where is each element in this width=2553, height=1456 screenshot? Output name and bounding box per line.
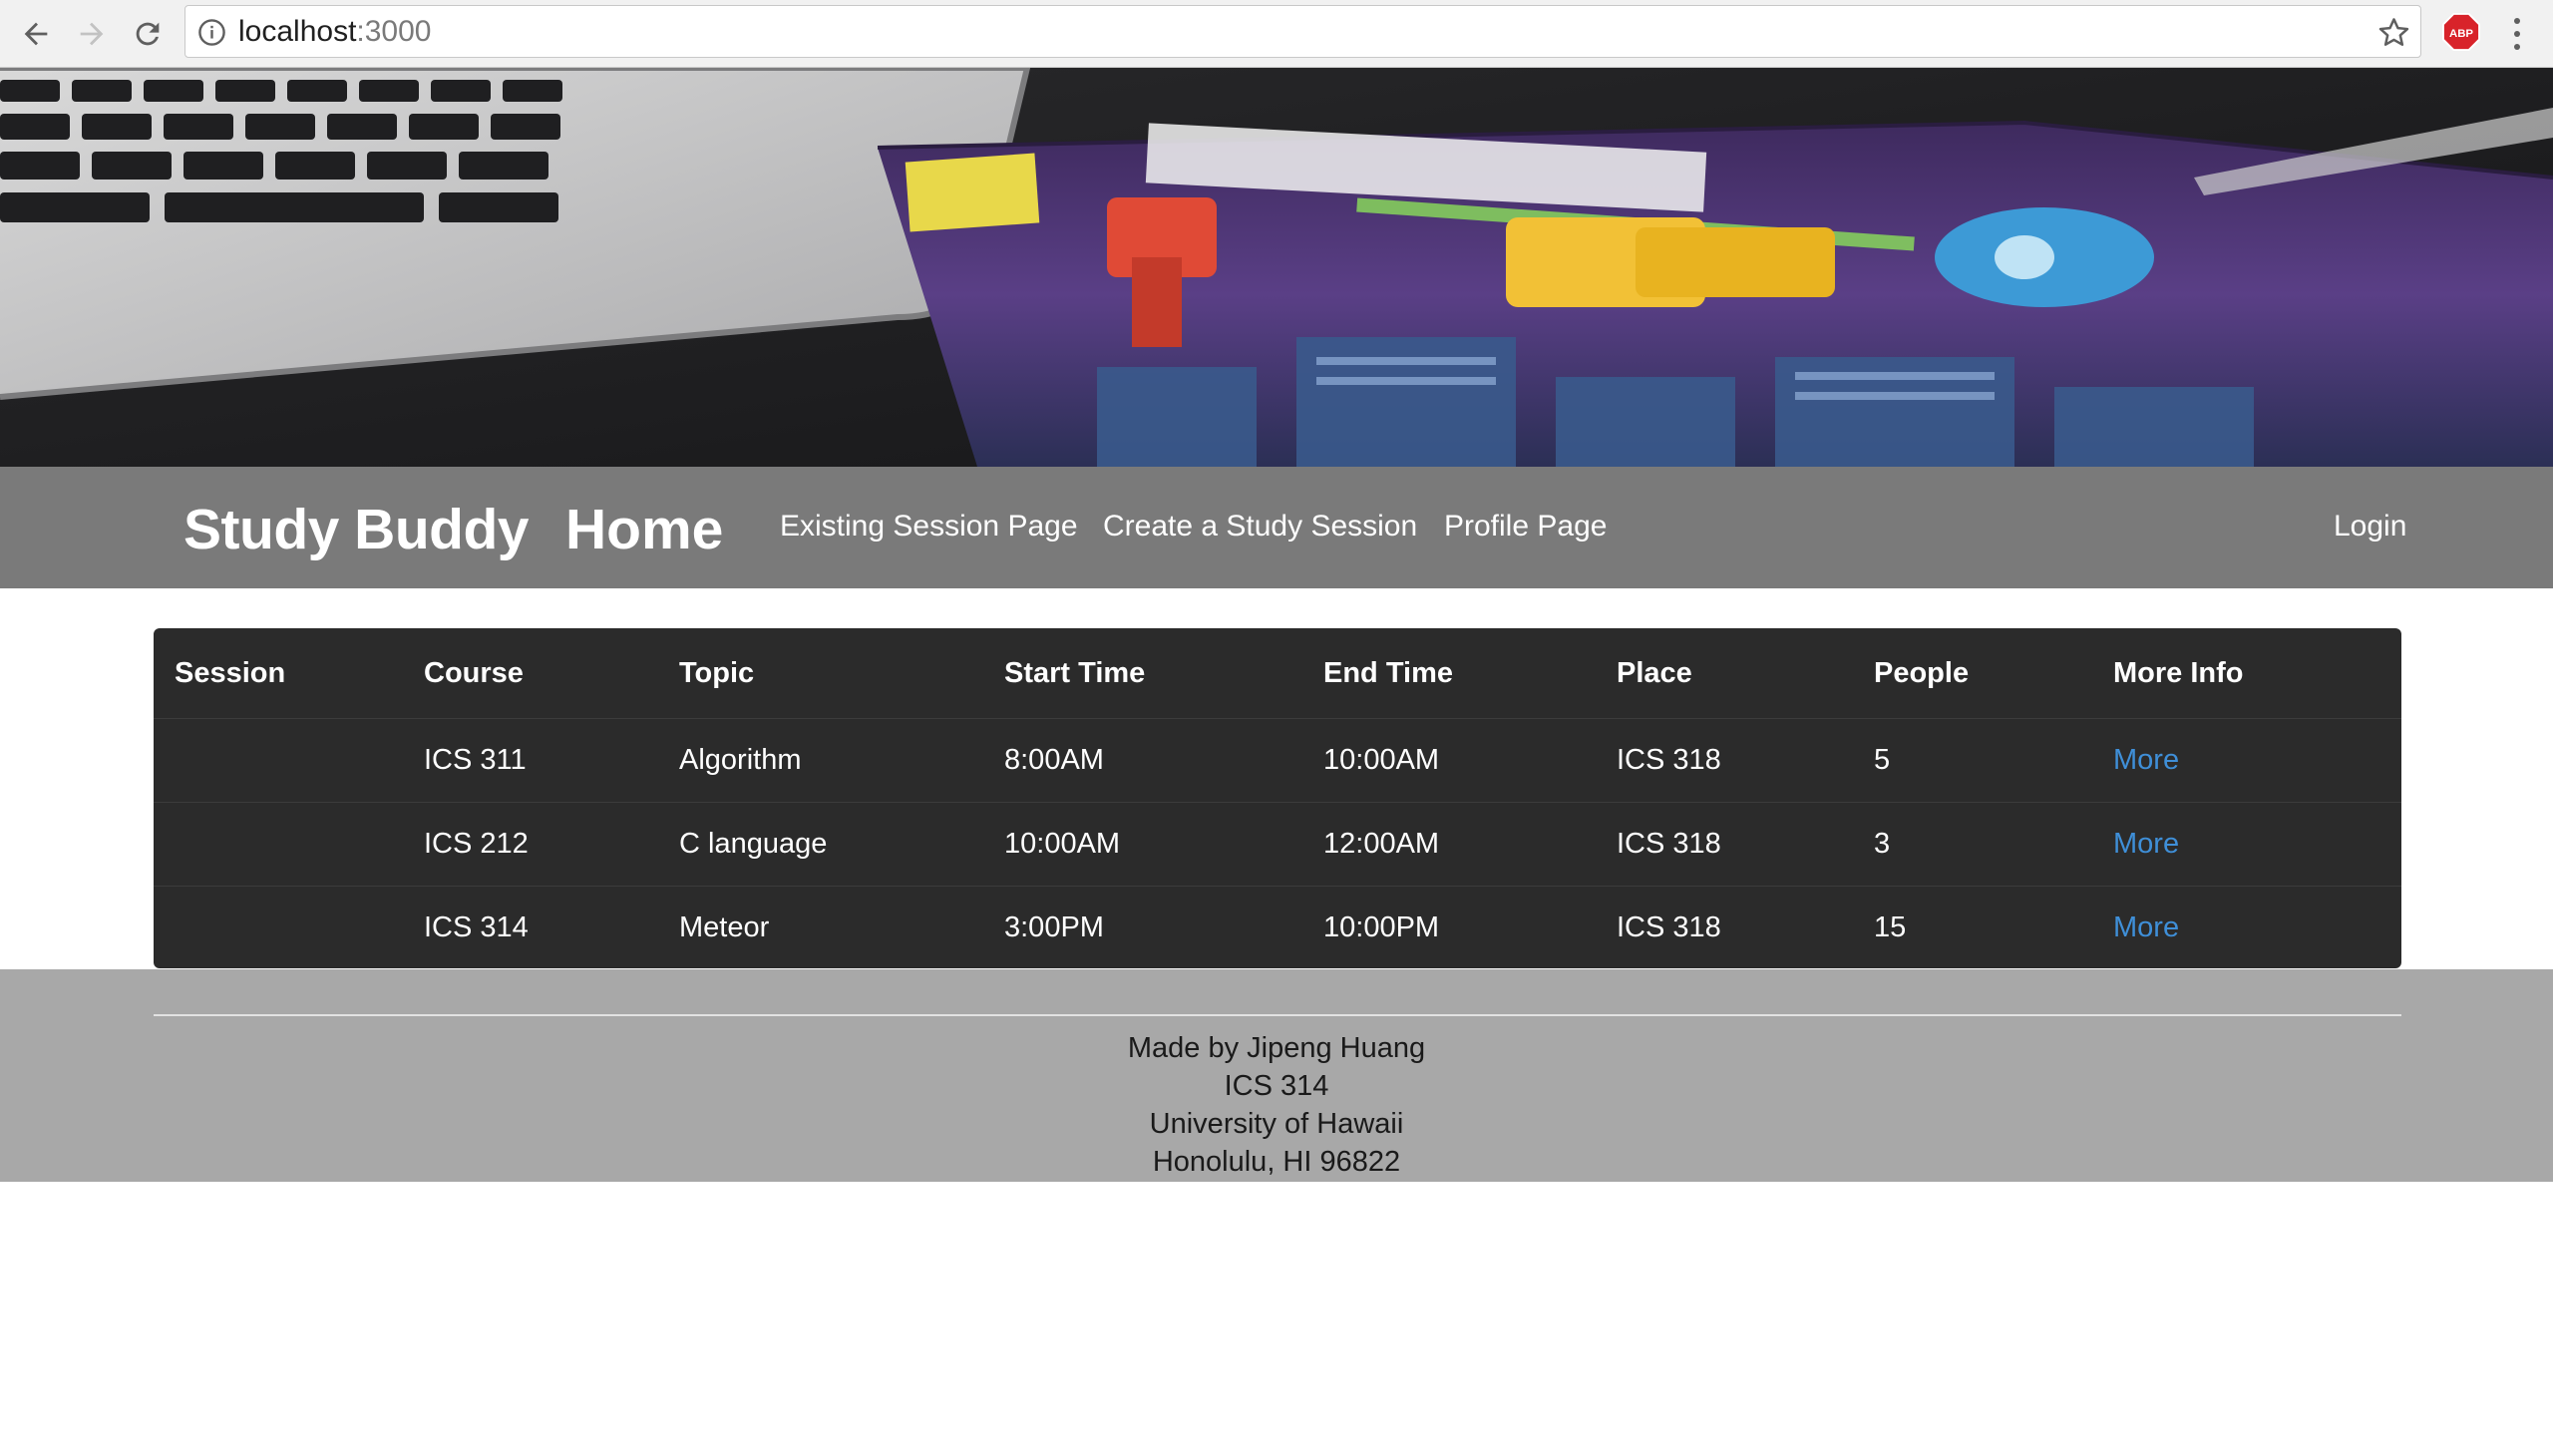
cell-topic: C language [679,828,828,860]
cell-start-time: 8:00AM [1004,744,1104,776]
brand-link[interactable]: Study Buddy [183,497,530,562]
nav-create-session[interactable]: Create a Study Session [1103,510,1417,544]
reload-button[interactable] [124,10,172,58]
header-people: People [1874,656,1970,689]
header-more-info: More Info [2113,656,2244,689]
cell-people: 5 [1874,744,1891,776]
footer-address: Honolulu, HI 96822 [1152,1146,1401,1178]
cell-topic: Meteor [679,911,770,943]
cell-people: 15 [1874,911,1907,943]
table-row: ICS 311 Algorithm 8:00AM 10:00AM ICS 318… [154,718,2401,802]
footer-course: ICS 314 [1224,1070,1329,1102]
page-footer: Made by Jipeng Huang ICS 314 University … [0,969,2553,1182]
cell-start-time: 3:00PM [1004,911,1104,943]
table-header-row: Session Course Topic Start Time End Time… [154,628,2401,718]
reload-icon [136,22,160,46]
footer-text: Made by Jipeng Huang ICS 314 University … [0,1029,2553,1181]
back-button[interactable] [12,10,60,58]
cell-place: ICS 318 [1617,911,1721,943]
footer-divider [154,1014,2401,1016]
url-port: :3000 [356,15,432,48]
cell-end-time: 10:00PM [1323,911,1440,943]
cell-place: ICS 318 [1617,828,1721,860]
header-topic: Topic [679,656,755,689]
table-row: ICS 314 Meteor 3:00PM 10:00PM ICS 318 15… [154,886,2401,968]
cell-course: ICS 311 [424,744,527,776]
header-end-time: End Time [1323,656,1453,689]
nav-existing-session[interactable]: Existing Session Page [780,510,1078,544]
cell-place: ICS 318 [1617,744,1721,776]
url-text: localhost:3000 [238,15,431,49]
header-course: Course [424,656,524,689]
url-host: localhost [238,15,357,48]
more-link[interactable]: More [2113,803,2179,886]
sessions-table: Session Course Topic Start Time End Time… [154,628,2401,968]
adblock-label: ABP [2449,28,2473,40]
browser-toolbar: localhost:3000 ABP [0,0,2553,68]
cell-end-time: 12:00AM [1323,828,1440,860]
adblock-icon[interactable]: ABP [2442,13,2480,51]
table-row: ICS 212 C language 10:00AM 12:00AM ICS 3… [154,802,2401,886]
forward-icon [80,22,104,46]
cell-course: ICS 314 [424,911,529,943]
header-start-time: Start Time [1004,656,1146,689]
forward-button[interactable] [68,10,116,58]
nav-home[interactable]: Home [565,497,723,562]
footer-author: Made by Jipeng Huang [1127,1032,1426,1064]
back-icon [24,22,48,46]
info-icon[interactable] [197,18,226,47]
main-navbar: Study Buddy Home Existing Session Page C… [0,467,2553,588]
header-session: Session [175,656,286,689]
cell-start-time: 10:00AM [1004,828,1121,860]
cell-topic: Algorithm [679,744,802,776]
more-link[interactable]: More [2113,719,2179,802]
menu-icon[interactable] [2507,14,2527,54]
login-link[interactable]: Login [2334,510,2406,544]
header-place: Place [1617,656,1692,689]
hero-banner-image [0,68,2553,467]
more-link[interactable]: More [2113,887,2179,968]
address-bar[interactable]: localhost:3000 [184,5,2421,58]
nav-profile-page[interactable]: Profile Page [1444,510,1607,544]
cell-people: 3 [1874,828,1891,860]
cell-course: ICS 212 [424,828,529,860]
cell-end-time: 10:00AM [1323,744,1440,776]
footer-university: University of Hawaii [1149,1108,1404,1140]
star-icon[interactable] [2377,16,2410,49]
